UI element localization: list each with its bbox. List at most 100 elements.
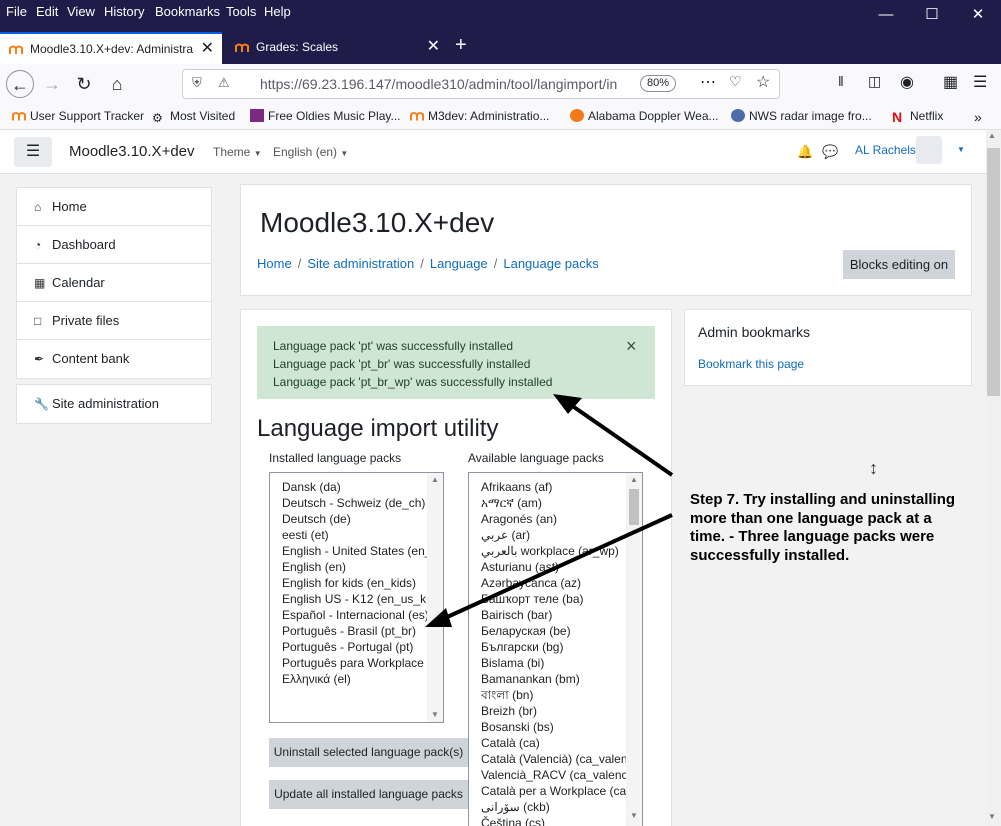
minimize-icon[interactable]: —: [871, 4, 901, 26]
menu-history[interactable]: History: [104, 4, 144, 19]
sidebar-icon[interactable]: ◫: [868, 73, 881, 90]
bookmark-user-support[interactable]: User Support Tracker: [12, 109, 144, 123]
library-icon[interactable]: ‖: [838, 73, 844, 89]
list-option[interactable]: Català ‎(ca)‎: [469, 735, 628, 751]
avatar[interactable]: [916, 136, 942, 164]
breadcrumb-language-packs[interactable]: Language packs: [503, 256, 598, 271]
theme-menu[interactable]: Theme ▼: [213, 145, 262, 159]
scroll-up-icon[interactable]: ▲: [626, 473, 642, 487]
list-option[interactable]: Português - Portugal ‎(pt)‎: [270, 639, 429, 655]
installed-packs-select[interactable]: Dansk ‎(da)‎ Deutsch - Schweiz ‎(de_ch)‎ D…: [269, 472, 444, 723]
zoom-level[interactable]: 80%: [640, 75, 676, 92]
user-name[interactable]: AL Rachels: [855, 143, 916, 157]
menu-help[interactable]: Help: [264, 4, 291, 19]
bookmark-page-link[interactable]: Bookmark this page: [698, 357, 804, 371]
list-option[interactable]: አማርኛ ‎(am)‎: [469, 495, 628, 511]
list-option[interactable]: Português para Workplace ‎(pt_br_wp)‎: [270, 655, 429, 671]
list-option[interactable]: بالعربي workplace ‎(ar_wp)‎: [469, 543, 628, 559]
scroll-thumb[interactable]: [987, 148, 1000, 396]
list-option[interactable]: Ελληνικά ‎(el)‎: [270, 671, 429, 687]
list-option[interactable]: Dansk ‎(da)‎: [270, 479, 429, 495]
list-option[interactable]: English for kids ‎(en_kids)‎: [270, 575, 429, 591]
site-name[interactable]: Moodle3.10.X+dev: [69, 143, 195, 160]
list-option[interactable]: Asturianu ‎(ast)‎: [469, 559, 628, 575]
bookmark-oldies-music[interactable]: Free Oldies Music Play...: [250, 109, 400, 123]
nav-calendar[interactable]: ▦ Calendar: [17, 264, 211, 302]
list-option[interactable]: Bislama ‎(bi)‎: [469, 655, 628, 671]
close-window-icon[interactable]: ✕: [963, 4, 993, 26]
list-option[interactable]: Bamanankan ‎(bm)‎: [469, 671, 628, 687]
lock-warning-icon[interactable]: ⚠: [218, 75, 230, 91]
menu-file[interactable]: File: [6, 4, 27, 19]
pocket-icon[interactable]: ♡: [729, 73, 742, 90]
forward-icon[interactable]: →: [38, 70, 66, 98]
close-tab-icon[interactable]: ✕: [427, 32, 440, 62]
bookmark-star-icon[interactable]: ☆: [756, 72, 770, 92]
update-button[interactable]: Update all installed language packs: [269, 780, 468, 809]
uninstall-button[interactable]: Uninstall selected language pack(s): [269, 738, 468, 767]
breadcrumb-site-admin[interactable]: Site administration: [307, 256, 414, 271]
new-tab-icon[interactable]: +: [455, 34, 467, 57]
tab-grades-scales[interactable]: Grades: Scales ✕: [226, 32, 448, 64]
list-option[interactable]: Valencià_RACV ‎(ca_valencia_racv)‎: [469, 767, 628, 783]
breadcrumb-home[interactable]: Home: [257, 256, 292, 271]
close-tab-icon[interactable]: ✕: [201, 34, 214, 64]
nav-site-administration[interactable]: 🔧 Site administration: [17, 385, 211, 423]
menu-view[interactable]: View: [67, 4, 95, 19]
list-option[interactable]: Bosanski ‎(bs)‎: [469, 719, 628, 735]
page-scrollbar[interactable]: ▲ ▼: [986, 130, 1001, 826]
list-option[interactable]: Български ‎(bg)‎: [469, 639, 628, 655]
list-option[interactable]: عربي ‎(ar)‎: [469, 527, 628, 543]
language-menu[interactable]: English ‎(en)‎ ▼: [273, 145, 348, 159]
list-option[interactable]: Català per a Workplace ‎(ca_wp)‎: [469, 783, 628, 799]
list-option[interactable]: Башҡорт теле ‎(ba)‎: [469, 591, 628, 607]
reload-icon[interactable]: ↻: [70, 70, 98, 98]
scroll-down-icon[interactable]: ▼: [626, 809, 642, 823]
list-option[interactable]: Bairisch ‎(bar)‎: [469, 607, 628, 623]
menu-tools[interactable]: Tools: [226, 4, 256, 19]
back-icon[interactable]: ←: [6, 70, 34, 98]
hamburger-menu-icon[interactable]: ☰: [973, 72, 987, 92]
list-option[interactable]: English ‎(en)‎: [270, 559, 429, 575]
account-icon[interactable]: ◉: [900, 72, 914, 92]
list-option[interactable]: Deutsch ‎(de)‎: [270, 511, 429, 527]
nav-private-files[interactable]: □ Private files: [17, 302, 211, 340]
menu-edit[interactable]: Edit: [36, 4, 58, 19]
scrollbar[interactable]: ▲ ▼: [626, 473, 642, 826]
scroll-thumb[interactable]: [629, 489, 639, 525]
home-icon[interactable]: ⌂: [103, 70, 131, 98]
scroll-down-icon[interactable]: ▼: [427, 708, 443, 722]
nav-home[interactable]: ⌂ Home: [17, 188, 211, 226]
scroll-up-icon[interactable]: ▲: [427, 473, 443, 487]
list-option[interactable]: Español - Internacional ‎(es)‎: [270, 607, 429, 623]
bookmark-most-visited[interactable]: ⚙ Most Visited: [152, 109, 235, 125]
maximize-icon[interactable]: ☐: [917, 4, 947, 26]
scroll-down-icon[interactable]: ▼: [988, 812, 996, 821]
scroll-up-icon[interactable]: ▲: [988, 131, 996, 140]
list-option[interactable]: Breizh ‎(br)‎: [469, 703, 628, 719]
tab-moodle-admin[interactable]: Moodle3.10.X+dev: Administra ✕: [0, 32, 222, 64]
menu-bookmarks[interactable]: Bookmarks: [155, 4, 220, 19]
scrollbar[interactable]: ▲ ▼: [427, 473, 443, 722]
list-option[interactable]: Čeština ‎(cs)‎: [469, 815, 628, 826]
extensions-icon[interactable]: ▦: [943, 72, 958, 92]
bookmark-netflix[interactable]: N Netflix: [892, 109, 943, 125]
list-option[interactable]: বাংলা ‎(bn)‎: [469, 687, 628, 703]
list-option[interactable]: Deutsch - Schweiz ‎(de_ch)‎: [270, 495, 429, 511]
page-actions-icon[interactable]: ⋯: [700, 72, 716, 92]
list-option[interactable]: سۆرانی ‎(ckb)‎: [469, 799, 628, 815]
drawer-toggle-icon[interactable]: ☰: [14, 137, 52, 167]
bookmark-nws-radar[interactable]: NWS radar image fro...: [731, 109, 872, 123]
user-menu-caret-icon[interactable]: ▼: [957, 145, 965, 154]
more-bookmarks-icon[interactable]: »: [974, 109, 982, 125]
list-option[interactable]: Português - Brasil ‎(pt_br)‎: [270, 623, 429, 639]
list-option[interactable]: Català (Valencià) ‎(ca_valencia)‎: [469, 751, 628, 767]
nav-dashboard[interactable]: ◔ Dashboard: [17, 226, 211, 264]
shield-icon[interactable]: ⛨: [192, 75, 202, 91]
nav-content-bank[interactable]: ✒ Content bank: [17, 340, 211, 378]
list-option[interactable]: Afrikaans ‎(af)‎: [469, 479, 628, 495]
messages-icon[interactable]: 💬: [822, 144, 838, 160]
list-option[interactable]: eesti ‎(et)‎: [270, 527, 429, 543]
bookmark-doppler[interactable]: Alabama Doppler Wea...: [570, 109, 719, 123]
list-option[interactable]: Azərbaycanca ‎(az)‎: [469, 575, 628, 591]
